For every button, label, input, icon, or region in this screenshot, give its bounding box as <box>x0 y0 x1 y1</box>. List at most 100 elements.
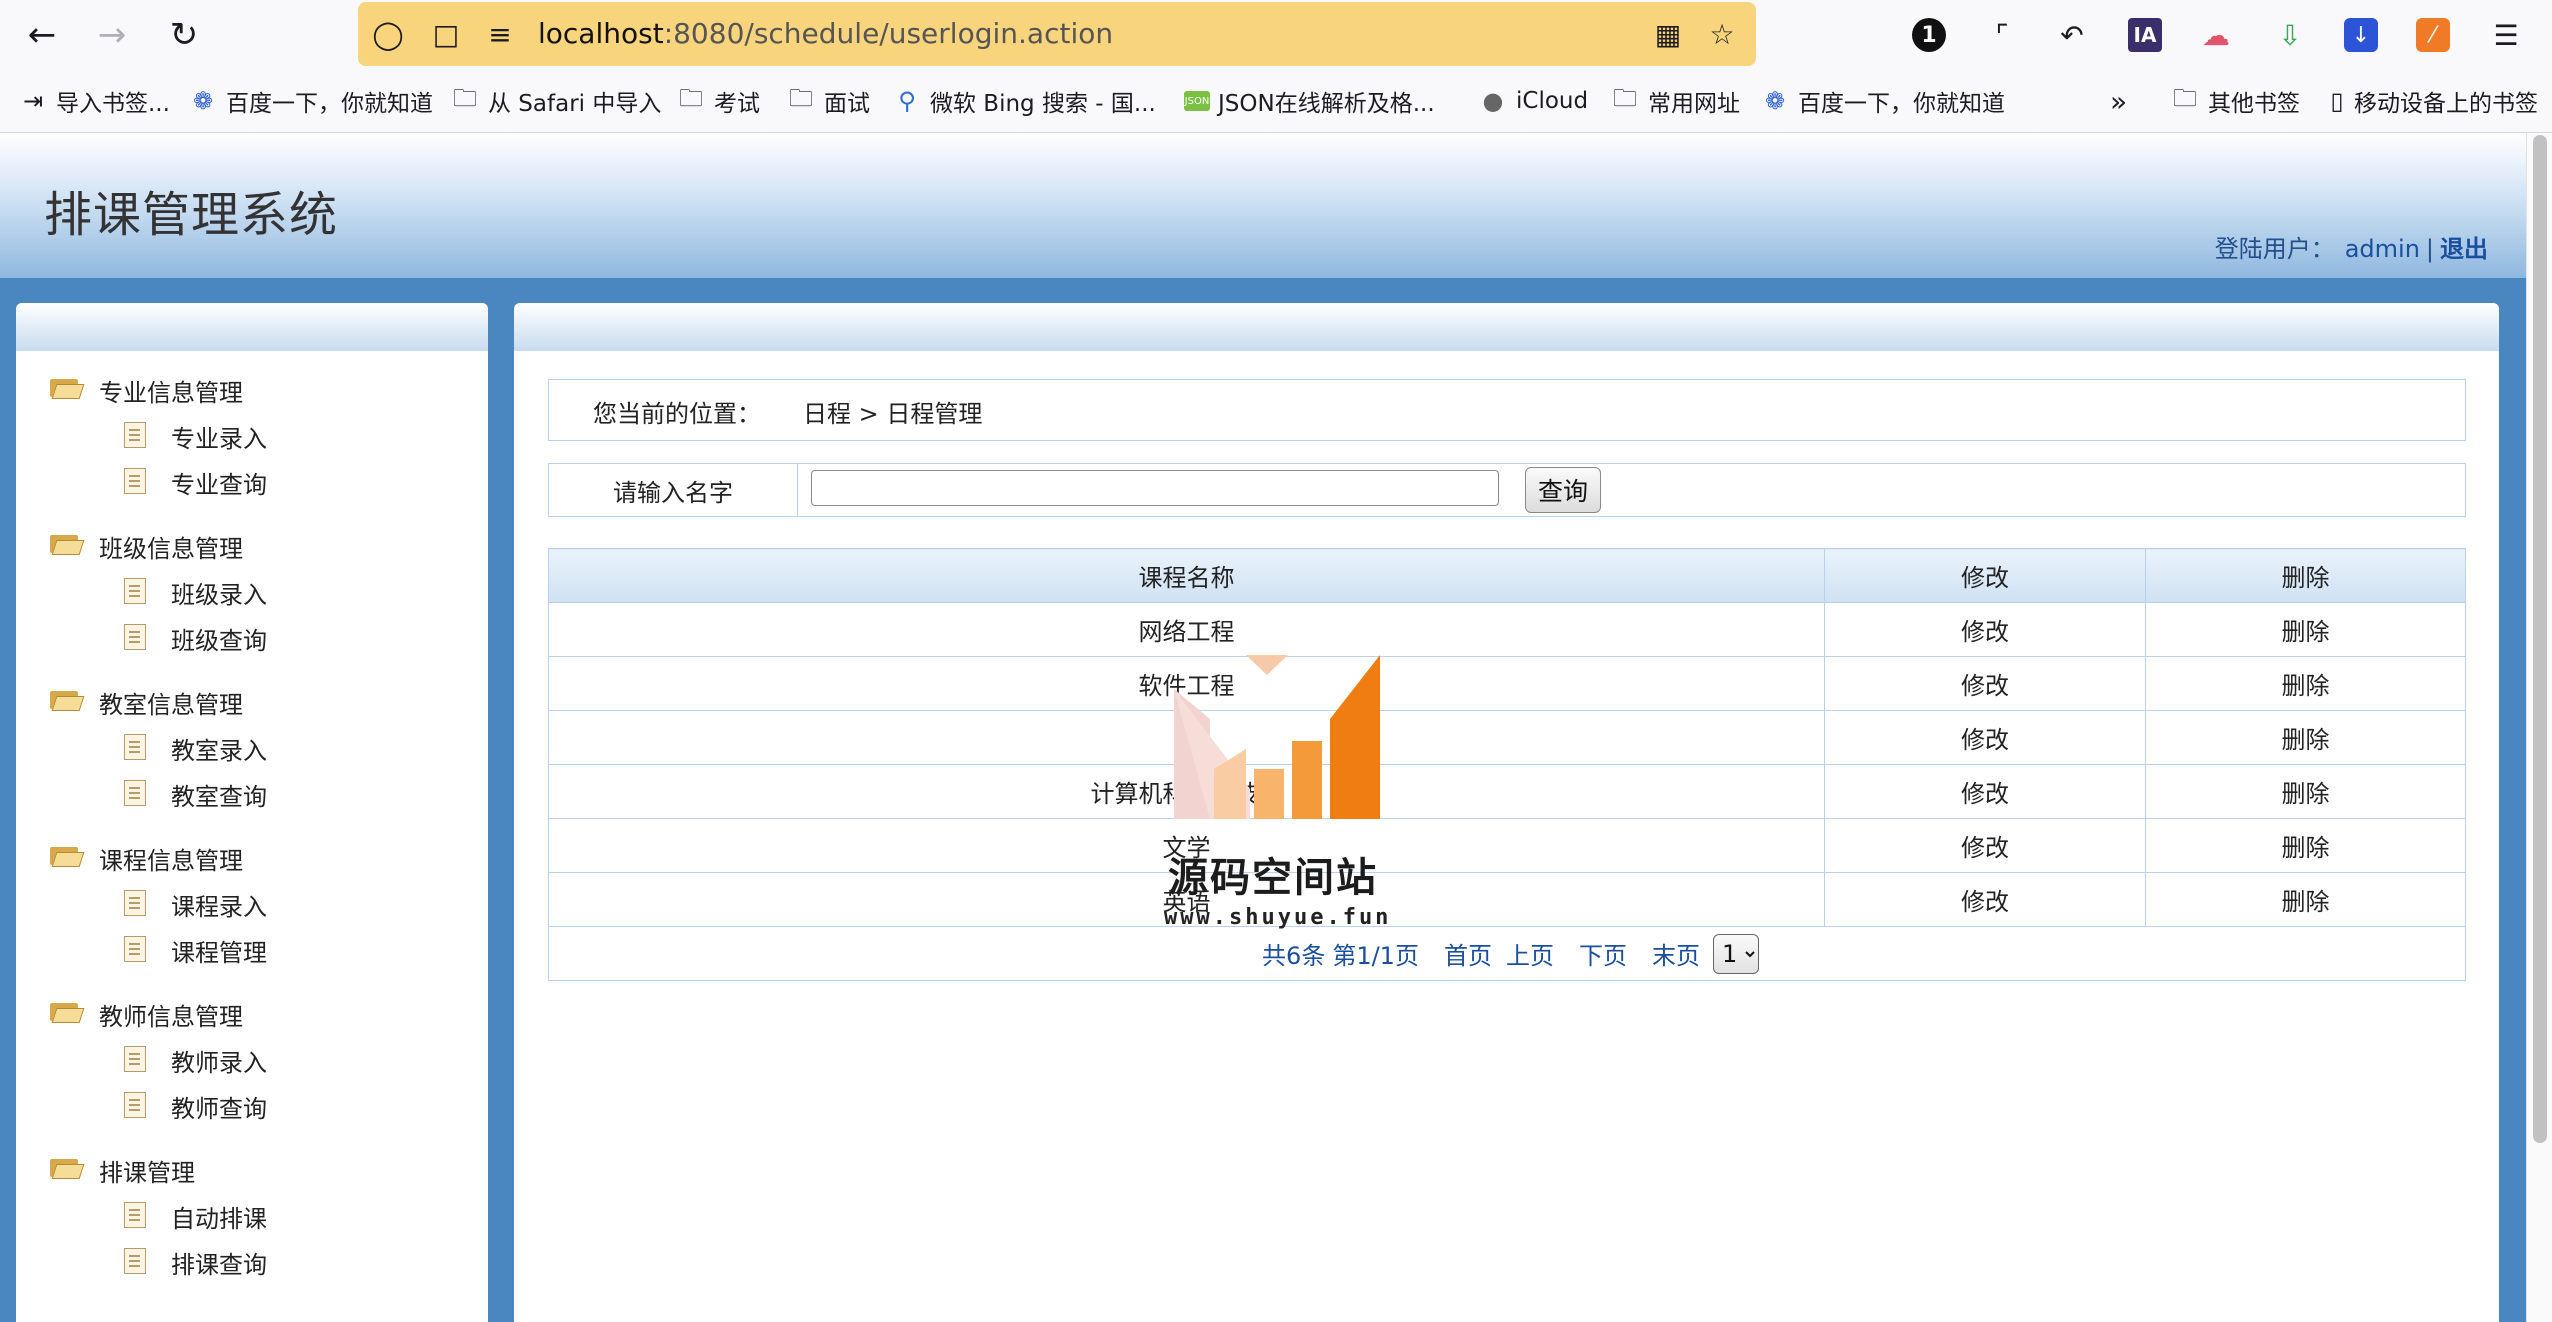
document-icon <box>124 468 146 494</box>
permissions-icon[interactable]: ≡ <box>482 16 518 52</box>
menu-item-major-add[interactable]: 专业录入 <box>16 411 488 457</box>
page-select[interactable]: 1 <box>1712 933 1759 974</box>
edit-link[interactable]: 修改 <box>1824 818 2146 873</box>
edit-link[interactable]: 修改 <box>1824 764 2146 819</box>
menu-item-classroom-query[interactable]: 教室查询 <box>16 769 488 815</box>
course-name-cell: 软件工程 <box>548 656 1825 711</box>
menu-group-teacher[interactable]: 教师信息管理 <box>16 989 488 1035</box>
main-header-bar <box>514 303 2499 351</box>
menu-item-course-manage[interactable]: 课程管理 <box>16 925 488 971</box>
undo-icon[interactable]: ↶ <box>2052 15 2092 55</box>
edit-link[interactable]: 修改 <box>1824 710 2146 765</box>
folder-open-icon <box>50 377 85 399</box>
bookmark-icloud[interactable]: ● iCloud <box>1478 84 1589 118</box>
back-arrow-icon[interactable]: ← <box>20 13 64 57</box>
bookmark-folder-common[interactable]: 🗀 常用网址 <box>1610 84 1740 118</box>
download-manager-icon[interactable]: ↓ <box>2344 18 2378 52</box>
cloud-download-icon[interactable]: ☁ <box>2196 15 2236 55</box>
menu-item-class-query[interactable]: 班级查询 <box>16 613 488 659</box>
bookmark-label: 面试 <box>824 91 870 117</box>
bookmark-json[interactable]: JSON JSON在线解析及格... <box>1184 84 1435 118</box>
menu-item-course-add[interactable]: 课程录入 <box>16 879 488 925</box>
menu-group-class[interactable]: 班级信息管理 <box>16 521 488 567</box>
bookmark-star-icon[interactable]: ☆ <box>1704 16 1740 52</box>
table-header-row: 课程名称 修改 删除 <box>548 548 2466 603</box>
forward-arrow-icon[interactable]: → <box>90 13 134 57</box>
reload-icon[interactable]: ↻ <box>162 13 206 57</box>
menu-item-classroom-add[interactable]: 教室录入 <box>16 723 488 769</box>
shield-icon[interactable]: ◯ <box>370 16 406 52</box>
onepassword-icon[interactable]: 1 <box>1912 18 1946 52</box>
prev-page-link[interactable]: 上页 <box>1506 936 1554 971</box>
page-icon[interactable]: □ <box>428 16 464 52</box>
folder-open-icon <box>50 689 85 711</box>
bookmark-bing[interactable]: ⚲ 微软 Bing 搜索 - 国... <box>892 84 1156 118</box>
menu-group-label: 课程信息管理 <box>99 847 243 875</box>
bookmark-label: 移动设备上的书签 <box>2354 91 2538 117</box>
menu-item-label: 专业录入 <box>171 425 267 453</box>
menu-item-auto-schedule[interactable]: 自动排课 <box>16 1191 488 1237</box>
document-icon <box>124 936 146 962</box>
delete-link[interactable]: 删除 <box>2145 872 2466 927</box>
logout-link[interactable]: 退出 <box>2440 235 2488 263</box>
vertical-scrollbar[interactable] <box>2526 133 2552 1322</box>
delete-link[interactable]: 删除 <box>2145 710 2466 765</box>
bookmark-safari-import[interactable]: 🗀 从 Safari 中导入 <box>450 84 661 118</box>
login-user-label: 登陆用户： <box>2214 235 2335 263</box>
bookmarks-bar: ⇥ 导入书签... ❁ 百度一下，你就知道 🗀 从 Safari 中导入 🗀 考试 🗀 面… <box>0 70 2552 133</box>
menu-group-course[interactable]: 课程信息管理 <box>16 833 488 879</box>
search-button[interactable]: 查询 <box>1525 467 1601 513</box>
document-icon <box>124 734 146 760</box>
search-icon: ⚲ <box>898 87 916 115</box>
menu-item-label: 课程管理 <box>171 939 267 967</box>
last-page-link[interactable]: 末页 <box>1652 936 1700 971</box>
extension-orange-icon[interactable]: ⁄ <box>2416 18 2450 52</box>
bookmark-baidu[interactable]: ❁ 百度一下，你就知道 <box>188 84 433 118</box>
menu-item-teacher-add[interactable]: 教师录入 <box>16 1035 488 1081</box>
menu-group-classroom[interactable]: 教室信息管理 <box>16 677 488 723</box>
menu-item-class-add[interactable]: 班级录入 <box>16 567 488 613</box>
menu-group-schedule[interactable]: 排课管理 <box>16 1145 488 1191</box>
menu-item-teacher-query[interactable]: 教师查询 <box>16 1081 488 1127</box>
bookmark-mobile[interactable]: ▯ 移动设备上的书签 <box>2322 84 2538 118</box>
search-input[interactable] <box>811 470 1499 506</box>
url-text[interactable]: localhost:8080/schedule/userlogin.action <box>538 16 1113 52</box>
app-title: 排课管理系统 <box>44 187 339 243</box>
menu-item-label: 教师查询 <box>171 1095 267 1123</box>
hamburger-menu-icon[interactable]: ☰ <box>2486 15 2526 55</box>
bookmark-other[interactable]: 🗀 其他书签 <box>2170 84 2300 118</box>
table-row: 网络工程 修改 删除 <box>548 602 2466 657</box>
delete-link[interactable]: 删除 <box>2145 656 2466 711</box>
url-bar[interactable]: ◯ □ ≡ localhost:8080/schedule/userlogin.… <box>358 2 1756 66</box>
bookmarks-overflow-icon[interactable]: » <box>2110 84 2127 118</box>
save-to-icon[interactable]: ⇩ <box>2270 15 2310 55</box>
first-page-link[interactable]: 首页 <box>1444 936 1492 971</box>
bookmark-folder-exam[interactable]: 🗀 考试 <box>676 84 760 118</box>
scrollbar-thumb[interactable] <box>2533 135 2547 1143</box>
ia-writer-icon[interactable]: IA <box>2128 18 2162 52</box>
next-page-link[interactable]: 下页 <box>1579 936 1627 971</box>
menu-item-label: 课程录入 <box>171 893 267 921</box>
qr-code-icon[interactable]: ▦ <box>1650 16 1686 52</box>
delete-link[interactable]: 删除 <box>2145 764 2466 819</box>
json-icon: JSON <box>1184 91 1210 111</box>
delete-link[interactable]: 删除 <box>2145 602 2466 657</box>
document-icon <box>124 1202 146 1228</box>
document-icon <box>124 1092 146 1118</box>
menu-group-major[interactable]: 专业信息管理 <box>16 365 488 411</box>
menu-group-label: 班级信息管理 <box>99 535 243 563</box>
folder-icon: 🗀 <box>789 83 813 112</box>
delete-link[interactable]: 删除 <box>2145 818 2466 873</box>
menu-item-major-query[interactable]: 专业查询 <box>16 457 488 503</box>
bookmark-folder-interview[interactable]: 🗀 面试 <box>786 84 870 118</box>
sidebar-header-bar <box>16 303 488 351</box>
edit-link[interactable]: 修改 <box>1824 602 2146 657</box>
edit-link[interactable]: 修改 <box>1824 656 2146 711</box>
menu-item-schedule-query[interactable]: 排课查询 <box>16 1237 488 1283</box>
bookmark-import[interactable]: ⇥ 导入书签... <box>18 84 170 118</box>
crop-icon[interactable]: ⌜ <box>1982 15 2022 55</box>
bookmark-label: 从 Safari 中导入 <box>488 91 662 117</box>
edit-link[interactable]: 修改 <box>1824 872 2146 927</box>
bookmark-baidu-2[interactable]: ❁ 百度一下，你就知道 <box>1760 84 2005 118</box>
user-separator: | <box>2425 235 2434 263</box>
